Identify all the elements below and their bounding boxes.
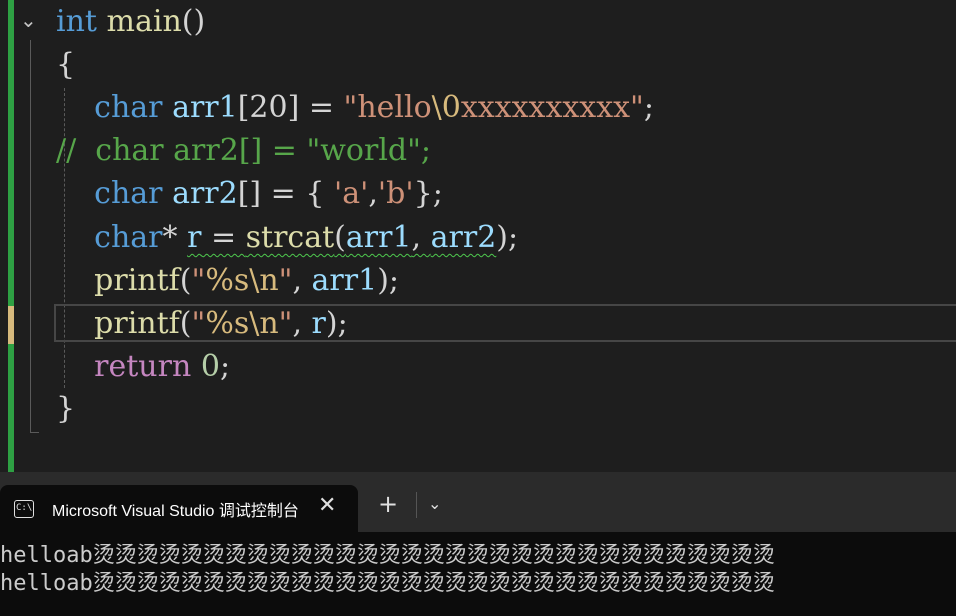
tab-separator (416, 492, 417, 518)
add-icon[interactable]: + (378, 490, 398, 518)
code-line-1[interactable]: int main() (56, 2, 205, 42)
code-line-5[interactable]: char arr2[] = { 'a','b'}; (56, 174, 443, 214)
code-line-10[interactable]: } (56, 389, 75, 429)
code-line-9[interactable]: return 0; (56, 347, 230, 387)
terminal-tab-bar: C:\ Microsoft Visual Studio 调试控制台 ✕ + ⌄ (0, 472, 956, 532)
chevron-down-icon[interactable]: ⌄ (20, 8, 37, 32)
console-line: helloab烫烫烫烫烫烫烫烫烫烫烫烫烫烫烫烫烫烫烫烫烫烫烫烫烫烫烫烫烫烫烫 (0, 543, 775, 568)
code-line-3[interactable]: char arr1[20] = "hello\0xxxxxxxxxx"; (56, 88, 654, 128)
code-editor[interactable]: ⌄ int main() { char arr1[20] = "hello\0x… (0, 0, 956, 472)
console-icon: C:\ (14, 500, 34, 518)
code-line-8[interactable]: printf("%s\n", r); (56, 304, 348, 344)
terminal-tab-title: Microsoft Visual Studio 调试控制台 (52, 503, 298, 520)
close-icon[interactable]: ✕ (318, 493, 336, 518)
change-tracking-bar (8, 0, 14, 472)
scope-guide (30, 40, 39, 433)
terminal-tab[interactable]: C:\ Microsoft Visual Studio 调试控制台 ✕ (0, 485, 358, 532)
console-output[interactable]: helloab烫烫烫烫烫烫烫烫烫烫烫烫烫烫烫烫烫烫烫烫烫烫烫烫烫烫烫烫烫烫烫 h… (0, 532, 956, 616)
chevron-down-icon[interactable]: ⌄ (428, 494, 441, 513)
code-line-6[interactable]: char* r = strcat(arr1, arr2); (56, 218, 518, 258)
code-line-7[interactable]: printf("%s\n", arr1); (56, 261, 399, 301)
code-line-2[interactable]: { (56, 45, 75, 85)
console-line: helloab烫烫烫烫烫烫烫烫烫烫烫烫烫烫烫烫烫烫烫烫烫烫烫烫烫烫烫烫烫烫烫 (0, 571, 775, 596)
code-line-4-comment[interactable]: // char arr2[] = "world"; (56, 131, 431, 171)
unsaved-change-marker (8, 306, 14, 344)
